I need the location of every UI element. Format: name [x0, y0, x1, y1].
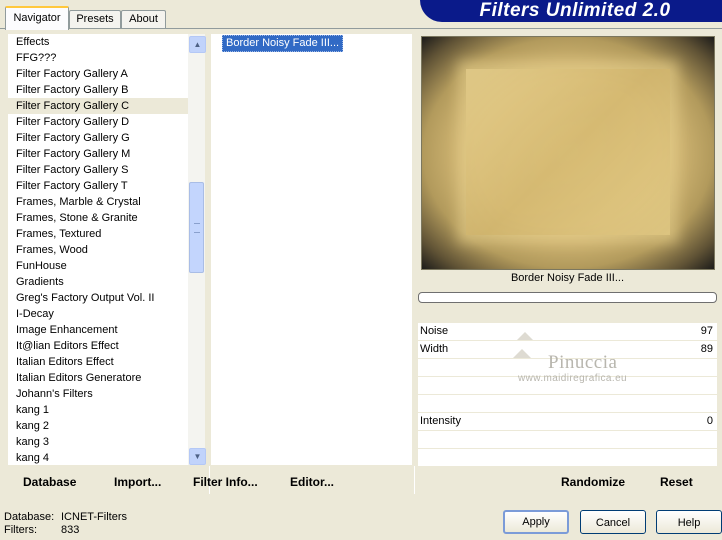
parameter-panel: Noise 97 Width 89 Intensity 0 [418, 323, 717, 467]
scroll-thumb[interactable] [189, 182, 204, 273]
category-item[interactable]: Image Enhancement [8, 322, 190, 338]
watermark-triangle-icon [517, 332, 533, 340]
preview-image [421, 36, 715, 270]
parameter-value: 89 [700, 343, 713, 355]
watermark-site: www.maidiregrafica.eu [518, 373, 627, 384]
filter-list[interactable]: Border Noisy Fade III... [211, 34, 412, 465]
progress-bar [418, 292, 717, 303]
filters-count-value: 833 [61, 524, 80, 536]
category-item[interactable]: Filter Factory Gallery A [8, 66, 190, 82]
category-item[interactable]: Filter Factory Gallery T [8, 178, 190, 194]
category-item[interactable]: It@lian Editors Effect [8, 338, 190, 354]
scroll-up-button[interactable]: ▲ [189, 36, 206, 53]
category-item[interactable]: kang 4 [8, 450, 190, 465]
apply-button[interactable]: Apply [503, 510, 569, 534]
app-title: Filters Unlimited 2.0 [479, 0, 671, 21]
category-item[interactable]: Italian Editors Effect [8, 354, 190, 370]
category-item[interactable]: Johann's Filters [8, 386, 190, 402]
category-item[interactable]: Frames, Marble & Crystal [8, 194, 190, 210]
category-item[interactable]: FFG??? [8, 50, 190, 66]
import-button[interactable]: Import... [114, 475, 161, 490]
scroll-down-button[interactable]: ▼ [189, 448, 206, 465]
randomize-button[interactable]: Randomize [561, 475, 625, 490]
category-item[interactable]: Gradients [8, 274, 190, 290]
category-item[interactable]: kang 1 [8, 402, 190, 418]
category-item[interactable]: Frames, Wood [8, 242, 190, 258]
category-item[interactable]: Effects [8, 34, 190, 50]
reset-button[interactable]: Reset [660, 475, 693, 490]
category-item[interactable]: Filter Factory Gallery B [8, 82, 190, 98]
category-item[interactable]: Frames, Stone & Granite [8, 210, 190, 226]
category-item[interactable]: Filter Factory Gallery G [8, 130, 190, 146]
parameter-value: 97 [700, 325, 713, 337]
category-item[interactable]: kang 2 [8, 418, 190, 434]
parameter-row[interactable] [418, 449, 717, 467]
watermark-name: Pinuccia [548, 352, 618, 373]
category-item[interactable]: Frames, Textured [8, 226, 190, 242]
category-item[interactable]: Filter Factory Gallery C [8, 98, 190, 114]
filter-list-item[interactable]: Border Noisy Fade III... [222, 35, 344, 52]
preview-filter-name: Border Noisy Fade III... [510, 272, 625, 284]
database-button[interactable]: Database [23, 475, 76, 490]
category-item[interactable]: Filter Factory Gallery M [8, 146, 190, 162]
parameter-row[interactable]: Noise 97 [418, 323, 717, 341]
help-button[interactable]: Help [656, 510, 722, 534]
preview-center [466, 69, 670, 235]
editor-button[interactable]: Editor... [290, 475, 334, 490]
category-scrollbar[interactable]: ▲ ▼ [188, 34, 206, 465]
filter-info-button[interactable]: Filter Info... [193, 475, 258, 490]
category-item[interactable]: I-Decay [8, 306, 190, 322]
tab-navigator[interactable]: Navigator [5, 6, 69, 30]
category-item[interactable]: Filter Factory Gallery D [8, 114, 190, 130]
category-item[interactable]: Filter Factory Gallery S [8, 162, 190, 178]
category-item[interactable]: kang 3 [8, 434, 190, 450]
parameter-label: Width [420, 343, 449, 355]
category-item[interactable]: Greg's Factory Output Vol. II [8, 290, 190, 306]
tab-presets[interactable]: Presets [69, 10, 121, 28]
tab-about[interactable]: About [121, 10, 166, 28]
parameter-value: 0 [706, 415, 713, 427]
tab-strip-border [0, 28, 722, 29]
parameter-row[interactable]: Intensity 0 [418, 413, 717, 431]
parameter-row[interactable] [418, 395, 717, 413]
divider [414, 466, 415, 494]
category-list[interactable]: Effects FFG??? Filter Factory Gallery A Fil… [8, 34, 190, 465]
parameter-label: Intensity [420, 415, 461, 427]
parameter-label: Noise [420, 325, 449, 337]
filters-count-label: Filters: [4, 524, 37, 536]
watermark-triangle-icon [513, 349, 531, 358]
category-item[interactable]: Italian Editors Generatore [8, 370, 190, 386]
database-label: Database: [4, 511, 55, 523]
cancel-button[interactable]: Cancel [580, 510, 646, 534]
grip-icon [194, 223, 200, 233]
category-item[interactable]: FunHouse [8, 258, 190, 274]
parameter-row[interactable] [418, 431, 717, 449]
database-value: ICNET-Filters [61, 511, 127, 523]
